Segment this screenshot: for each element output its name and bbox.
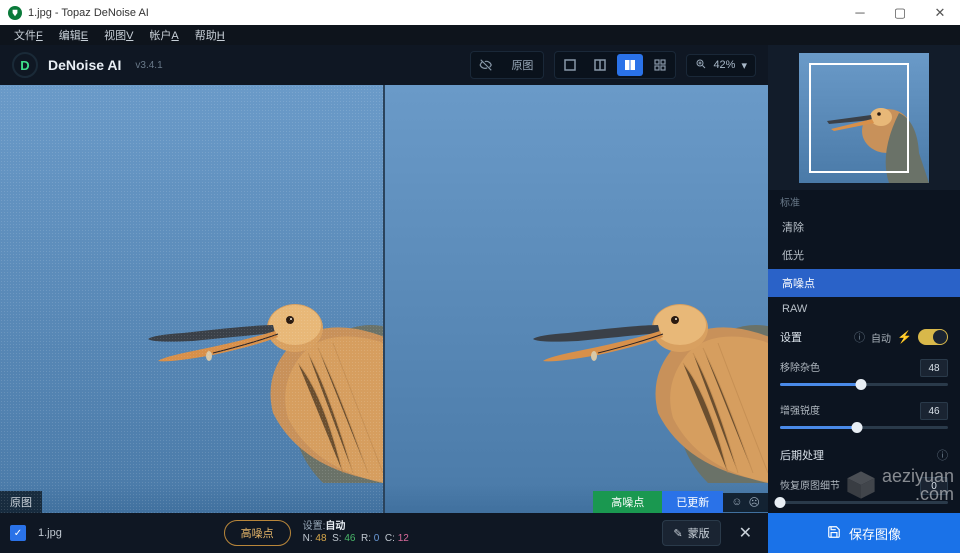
slider-sharpen: 增强锐度 46: [768, 396, 960, 439]
model-item-raw[interactable]: RAW: [768, 297, 960, 321]
recover-value[interactable]: 0: [920, 477, 948, 495]
models-section-label: 标准: [768, 190, 960, 213]
navigator-viewport-rect[interactable]: [809, 63, 909, 173]
original-toggle[interactable]: 原图: [470, 51, 544, 79]
help-icon[interactable]: ⓘ: [854, 329, 865, 345]
auto-toggle[interactable]: [918, 329, 948, 345]
footer-bar: ✓ 1.jpg 高噪点 设置:自动 N: 48 S: 46 R: 0 C: 12…: [0, 513, 768, 553]
result-badge: 高噪点 已更新 ☺ ☹: [593, 491, 768, 513]
sad-icon[interactable]: ☹: [749, 496, 760, 509]
navigator[interactable]: [768, 45, 960, 190]
mode-pill-button[interactable]: 高噪点: [224, 520, 291, 546]
original-pane: 原图: [0, 85, 383, 513]
magnifier-icon: [695, 58, 707, 73]
model-item-clear[interactable]: 清除: [768, 213, 960, 241]
side-panel: 标准 清除 低光 高噪点 RAW 设置 ⓘ 自动 ⚡ 移除杂色 48: [768, 45, 960, 553]
recover-slider[interactable]: [780, 501, 948, 504]
eye-off-icon: [473, 54, 499, 76]
save-image-button[interactable]: 保存图像: [768, 513, 960, 553]
model-item-lowlight[interactable]: 低光: [768, 241, 960, 269]
heron-illustration: [123, 233, 383, 483]
settings-header: 设置 ⓘ 自动 ⚡: [768, 321, 960, 353]
close-item-button[interactable]: ✕: [733, 523, 758, 543]
result-pane: 高噪点 已更新 ☺ ☹: [385, 85, 768, 513]
sharpen-slider[interactable]: [780, 426, 948, 429]
zoom-control[interactable]: 42% ▾: [686, 54, 756, 77]
menubar: 文件F 编辑E 视图V 帐户A 帮助H: [0, 25, 960, 45]
window-title: 1.jpg - Topaz DeNoise AI: [28, 7, 149, 19]
app-version: v3.4.1: [135, 60, 162, 71]
view-split-button[interactable]: [587, 54, 613, 76]
app-logo-icon: D: [12, 52, 38, 78]
save-icon: [827, 525, 841, 542]
window-maximize-button[interactable]: ▢: [880, 0, 920, 25]
filename: 1.jpg: [38, 527, 62, 539]
lightning-icon: ⚡: [897, 330, 912, 344]
slider-recover-detail: 恢复原图细节 0: [768, 471, 960, 513]
menu-file[interactable]: 文件F: [6, 27, 51, 43]
menu-view[interactable]: 视图V: [96, 27, 141, 43]
file-checkbox[interactable]: ✓: [10, 525, 26, 541]
settings-info: 设置:自动 N: 48 S: 46 R: 0 C: 12: [303, 521, 409, 545]
postprocess-header: 后期处理 ⓘ: [768, 439, 960, 471]
view-single-button[interactable]: [557, 54, 583, 76]
image-viewport[interactable]: 原图: [0, 85, 768, 513]
app-favicon: [8, 6, 22, 20]
app-name: DeNoise AI: [48, 57, 121, 73]
view-sidebyside-button[interactable]: [617, 54, 643, 76]
menu-edit[interactable]: 编辑E: [51, 27, 96, 43]
slider-remove-noise: 移除杂色 48: [768, 353, 960, 396]
remove-noise-slider[interactable]: [780, 383, 948, 386]
view-mode-group: [554, 51, 676, 79]
toolbar: D DeNoise AI v3.4.1 原图: [0, 45, 768, 85]
heron-illustration-result: [508, 233, 768, 483]
mask-button[interactable]: ✎ 蒙版: [662, 520, 720, 546]
result-mode: 高噪点: [593, 491, 662, 513]
window-close-button[interactable]: ✕: [920, 0, 960, 25]
help-icon[interactable]: ⓘ: [937, 447, 948, 463]
remove-noise-value[interactable]: 48: [920, 359, 948, 377]
zoom-value: 42%: [713, 59, 735, 71]
chevron-down-icon: ▾: [741, 59, 747, 72]
menu-help[interactable]: 帮助H: [187, 27, 233, 43]
model-item-severe[interactable]: 高噪点: [768, 269, 960, 297]
result-status: 已更新: [662, 491, 723, 513]
pencil-icon: ✎: [673, 527, 682, 540]
original-badge: 原图: [0, 491, 42, 513]
smiley-icon[interactable]: ☺: [731, 496, 742, 509]
view-grid-button[interactable]: [647, 54, 673, 76]
original-label: 原图: [503, 54, 541, 76]
window-titlebar: 1.jpg - Topaz DeNoise AI ─ ▢ ✕: [0, 0, 960, 25]
navigator-thumb: [799, 53, 929, 183]
menu-account[interactable]: 帐户A: [141, 27, 186, 43]
sharpen-value[interactable]: 46: [920, 402, 948, 420]
window-minimize-button[interactable]: ─: [840, 0, 880, 25]
